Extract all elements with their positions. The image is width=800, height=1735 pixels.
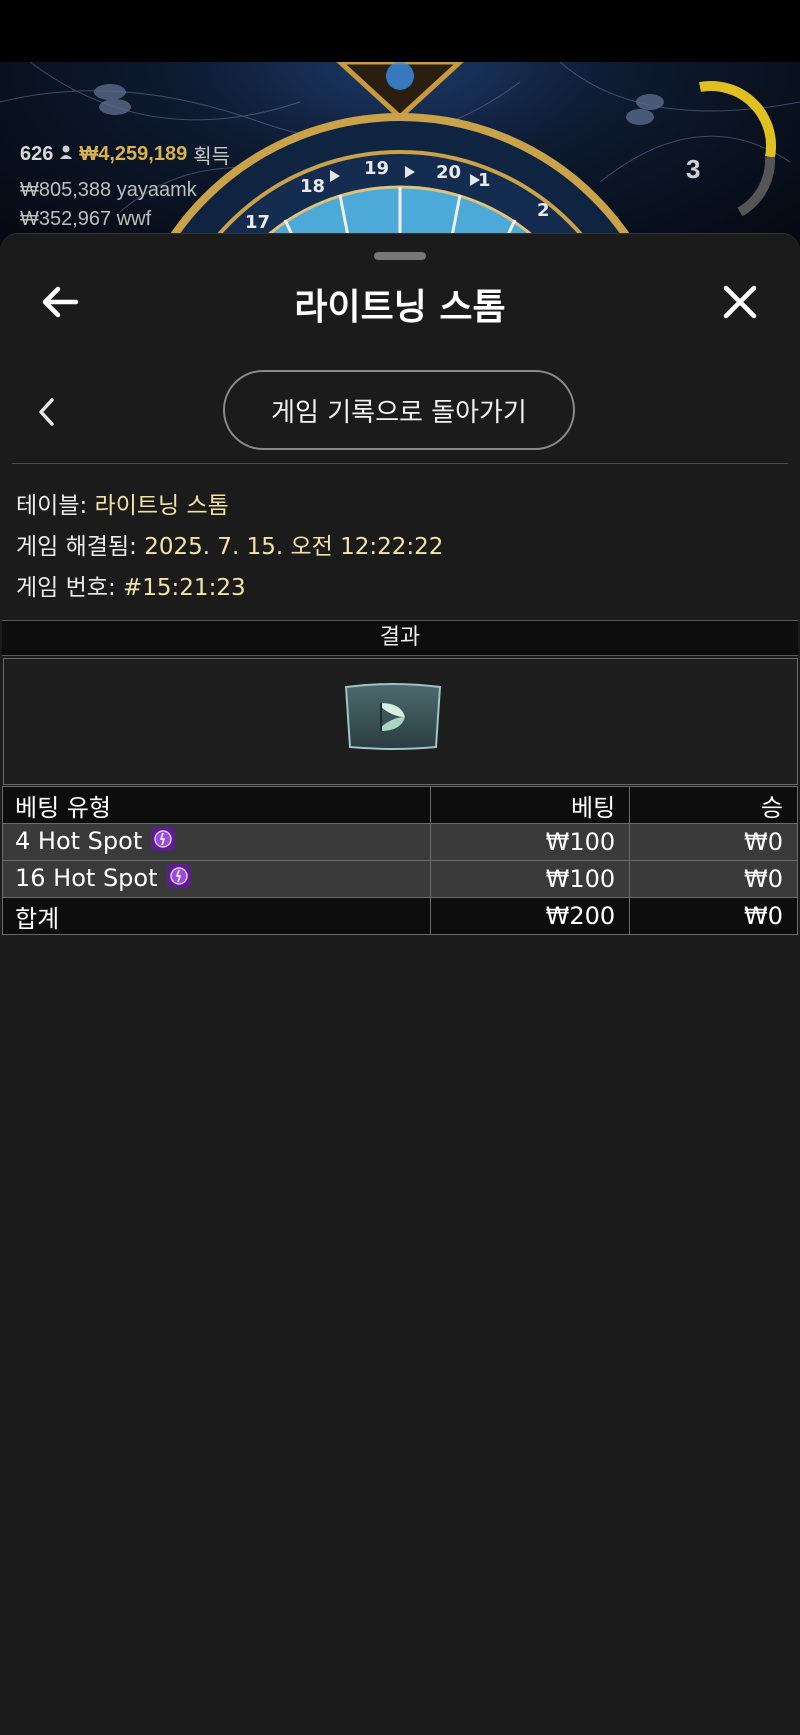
table-total-row: 합계 ₩200 ₩0 — [1, 897, 798, 935]
winner-amount: ₩352,967 — [20, 208, 112, 230]
info-label: 테이블: — [16, 493, 88, 519]
bet-type-cell: 4 Hot Spot — [1, 823, 432, 861]
hot-spot-icon — [166, 863, 192, 895]
result-box — [3, 658, 798, 785]
close-icon[interactable] — [718, 280, 762, 324]
stats-summary: 626 ₩4,259,189 획득 — [20, 140, 230, 169]
wheel-number: 17 — [245, 212, 270, 233]
win-amount-cell: ₩0 — [629, 860, 798, 898]
info-number-row: 게임 번호: #15:21:23 — [16, 568, 246, 602]
winner-name: wwf — [116, 208, 152, 230]
win-stats: 626 ₩4,259,189 획득 ₩805,388 yayaamk ₩352,… — [20, 140, 230, 231]
game-detail-sheet: 라이트닝 스톰 게임 기록으로 돌아가기 테이블: 라이트닝 스톰 게임 해결됨… — [0, 233, 800, 1735]
total-bet-cell: ₩200 — [430, 897, 631, 935]
table-row: 4 Hot Spot ₩100 ₩0 — [1, 823, 798, 861]
info-label: 게임 해결됨: — [16, 534, 137, 560]
wheel-number: 19 — [364, 158, 389, 179]
total-label: 합계 — [1, 897, 432, 935]
table-name-value: 라이트닝 스톰 — [94, 493, 229, 519]
result-header: 결과 — [2, 620, 798, 656]
winner-amount: ₩805,388 — [20, 179, 112, 201]
divider — [12, 463, 788, 464]
sheet-title: 라이트닝 스톰 — [294, 287, 506, 328]
status-bar — [0, 0, 800, 62]
back-to-history-button[interactable]: 게임 기록으로 돌아가기 — [223, 370, 575, 450]
resolved-time-value: 2025. 7. 15. 오전 12:22:22 — [144, 534, 444, 560]
game-number-value: #15:21:23 — [123, 575, 246, 601]
bet-amount-cell: ₩100 — [430, 823, 631, 861]
wheel-number: 18 — [300, 176, 325, 197]
column-header: 승 — [629, 786, 798, 824]
winner-row: ₩352,967 wwf — [20, 208, 230, 231]
drag-handle[interactable] — [374, 252, 426, 260]
column-header: 베팅 — [430, 786, 631, 824]
bet-type-cell: 16 Hot Spot — [1, 860, 432, 898]
table-header-row: 베팅 유형 베팅 승 — [1, 786, 798, 824]
info-table-row: 테이블: 라이트닝 스톰 — [16, 486, 229, 520]
info-resolved-row: 게임 해결됨: 2025. 7. 15. 오전 12:22:22 — [16, 527, 443, 561]
player-icon — [59, 143, 73, 166]
bet-type-label: 4 Hot Spot — [15, 827, 143, 855]
win-amount-cell: ₩0 — [629, 823, 798, 861]
wheel-number: 20 — [436, 162, 461, 183]
bet-amount-cell: ₩100 — [430, 860, 631, 898]
leaf-segment-icon — [343, 683, 443, 755]
hot-spot-icon — [150, 826, 176, 858]
winner-row: ₩805,388 yayaamk — [20, 179, 230, 202]
countdown-timer: 3 — [686, 154, 701, 184]
wheel-number: 2 — [537, 200, 550, 221]
game-background: 19 20 1 18 2 17 626 ₩4,259,189 획득 ₩805,3… — [0, 62, 800, 252]
bets-table: 베팅 유형 베팅 승 4 Hot Spot ₩100 ₩0 16 Hot Spo… — [1, 786, 798, 935]
player-count: 626 — [20, 143, 54, 165]
won-label: 획득 — [193, 146, 231, 168]
info-label: 게임 번호: — [16, 575, 116, 601]
bet-type-label: 16 Hot Spot — [15, 864, 158, 892]
column-header: 베팅 유형 — [1, 786, 432, 824]
winner-name: yayaamk — [116, 179, 197, 201]
total-win-cell: ₩0 — [629, 897, 798, 935]
total-won: ₩4,259,189 — [79, 143, 188, 165]
table-row: 16 Hot Spot ₩100 ₩0 — [1, 860, 798, 898]
wheel-number: 1 — [478, 170, 491, 191]
chevron-left-icon[interactable] — [32, 394, 62, 430]
